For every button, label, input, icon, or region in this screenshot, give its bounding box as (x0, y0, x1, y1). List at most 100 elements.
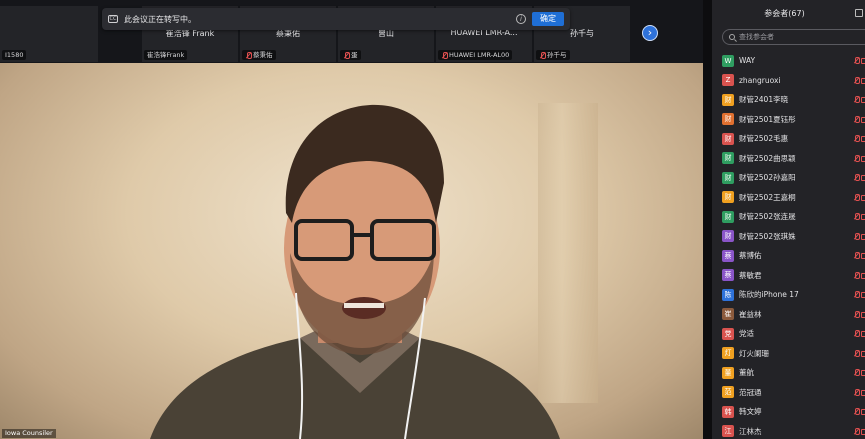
participant-item[interactable]: 韩韩文婷 (712, 402, 865, 422)
mic-muted-icon[interactable] (853, 232, 860, 240)
mic-muted-icon (245, 51, 252, 59)
avatar: 崔 (722, 308, 734, 321)
participant-item[interactable]: 财财管2502张琪姝 (712, 227, 865, 247)
mic-muted-icon[interactable] (853, 408, 860, 415)
participant-name: 灯火阑珊 (739, 348, 769, 358)
camera-off-icon[interactable] (861, 214, 865, 220)
mic-muted-icon (343, 51, 350, 59)
confirm-button[interactable]: 确定 (532, 12, 564, 26)
camera-off-icon[interactable] (861, 311, 865, 318)
meeting-window: I1580 崔浩锋 Frank 崔浩锋Frank 蔡秉佑 蔡秉佑 曾山 蛋 HU… (0, 0, 865, 439)
camera-off-icon[interactable] (861, 389, 865, 396)
participant-item[interactable]: 财财管2501夏钰彤 (712, 110, 865, 130)
active-speaker-video[interactable]: Iowa Counsiler (0, 63, 703, 439)
camera-off-icon[interactable] (861, 409, 865, 415)
participant-item[interactable]: 蔡蔡博佑 (712, 246, 865, 266)
participant-name: 崔益林 (739, 309, 762, 319)
participant-list: W WAY Zzhangruoxi 财财管2401李晓财财管2501夏钰彤财财管250… (712, 51, 865, 439)
participant-item[interactable]: Zzhangruoxi (712, 71, 865, 91)
mic-muted-icon[interactable] (853, 57, 860, 64)
mic-muted-icon[interactable] (853, 291, 860, 298)
video-thumbnail-strip: I1580 崔浩锋 Frank 崔浩锋Frank 蔡秉佑 蔡秉佑 曾山 蛋 HU… (0, 0, 703, 63)
mic-muted-icon[interactable] (853, 135, 860, 142)
info-icon[interactable]: i (516, 14, 526, 24)
mic-muted-icon[interactable] (853, 427, 860, 435)
popout-icon[interactable] (855, 9, 863, 17)
camera-off-icon[interactable] (861, 194, 865, 201)
avatar: 财 (722, 113, 734, 126)
mic-muted-icon[interactable] (853, 96, 860, 103)
camera-off-icon[interactable] (861, 428, 865, 435)
camera-off-icon[interactable] (861, 97, 865, 103)
participant-item[interactable]: 财财管2502毛惠 (712, 129, 865, 149)
avatar: 财 (722, 152, 734, 165)
mic-muted-icon[interactable] (853, 154, 860, 162)
thumbnail-label: HUAWEI LMR-AL00 (438, 50, 513, 60)
participant-item[interactable]: 财财管2401李晓 (712, 90, 865, 110)
participant-item[interactable]: 灯灯火阑珊 (712, 344, 865, 364)
camera-off-icon[interactable] (861, 370, 865, 376)
camera-off-icon[interactable] (861, 253, 865, 259)
mic-muted-icon[interactable] (853, 76, 860, 84)
avatar: 江 (722, 425, 734, 438)
camera-off-icon[interactable] (861, 58, 865, 64)
mic-muted-icon[interactable] (853, 388, 860, 396)
thumbnail-label: I1580 (2, 50, 27, 60)
camera-off-icon[interactable] (861, 292, 865, 298)
mic-muted-icon[interactable] (853, 369, 860, 376)
camera-off-icon[interactable] (861, 136, 865, 142)
camera-off-icon[interactable] (861, 350, 865, 357)
avatar: 灯 (722, 347, 734, 360)
participant-name: 党适 (739, 329, 754, 339)
participant-name: WAY (739, 56, 756, 66)
camera-off-icon[interactable] (861, 116, 865, 123)
mic-muted-icon[interactable] (853, 252, 860, 259)
mic-muted-icon[interactable] (853, 193, 860, 201)
avatar: 韩 (722, 405, 734, 418)
participant-name: 财管2502毛惠 (739, 134, 789, 144)
mic-muted-icon[interactable] (853, 115, 860, 123)
mic-muted-icon[interactable] (853, 349, 860, 357)
participant-item[interactable]: 蔡蔡敏君 (712, 266, 865, 286)
participant-item[interactable]: 财财管2502王嘉桐 (712, 188, 865, 208)
participant-item[interactable]: 范范冠通 (712, 383, 865, 403)
camera-off-icon[interactable] (861, 272, 865, 279)
camera-off-icon[interactable] (861, 233, 865, 240)
camera-off-icon[interactable] (861, 331, 865, 337)
video-thumbnail[interactable]: I1580 (0, 6, 98, 62)
camera-off-icon[interactable] (861, 155, 865, 162)
participant-item[interactable]: 江江林杰 (712, 422, 865, 439)
mic-muted-icon[interactable] (853, 310, 860, 318)
participant-item[interactable]: 财财管2502曲思颖 (712, 149, 865, 169)
next-page-chevron-icon[interactable]: › (642, 25, 658, 41)
avatar: 董 (722, 366, 734, 379)
avatar: 范 (722, 386, 734, 399)
avatar: 陈 (722, 288, 734, 301)
mic-muted-icon[interactable] (853, 330, 860, 337)
thumbnail-label: 孙千与 (536, 50, 570, 60)
avatar: 财 (722, 230, 734, 243)
transcription-notice: CC 此会议正在转写中。 i 确定 (102, 8, 570, 30)
participant-item[interactable]: 财财管2502孙嘉阳 (712, 168, 865, 188)
avatar: 党 (722, 327, 734, 340)
participant-item[interactable]: 党党适 (712, 324, 865, 344)
search-input[interactable] (739, 33, 849, 41)
participant-name: 财管2501夏钰彤 (739, 114, 796, 124)
participants-panel: 参会者(67) WWAYZzhangruoxi财财管2401李晓财财管2501夏… (712, 0, 865, 439)
participant-name: 财管2502曲思颖 (739, 153, 796, 163)
camera-off-icon[interactable] (861, 77, 865, 84)
participant-item[interactable]: 陈陈欣的iPhone 17 (712, 285, 865, 305)
mic-muted-icon (441, 51, 448, 59)
mic-muted-icon[interactable] (853, 213, 860, 220)
participant-item[interactable]: 董董航 (712, 363, 865, 383)
participant-name: 财管2502张连晟 (739, 212, 796, 222)
participant-item[interactable]: 崔崔益林 (712, 305, 865, 325)
mic-muted-icon[interactable] (853, 271, 860, 279)
avatar: W (722, 54, 734, 67)
mic-muted-icon[interactable] (853, 174, 860, 181)
participant-item[interactable]: W WAY (712, 51, 865, 71)
participant-item[interactable]: 财财管2502张连晟 (712, 207, 865, 227)
panel-divider[interactable] (703, 0, 712, 439)
participant-search[interactable] (722, 29, 865, 45)
camera-off-icon[interactable] (861, 175, 865, 181)
